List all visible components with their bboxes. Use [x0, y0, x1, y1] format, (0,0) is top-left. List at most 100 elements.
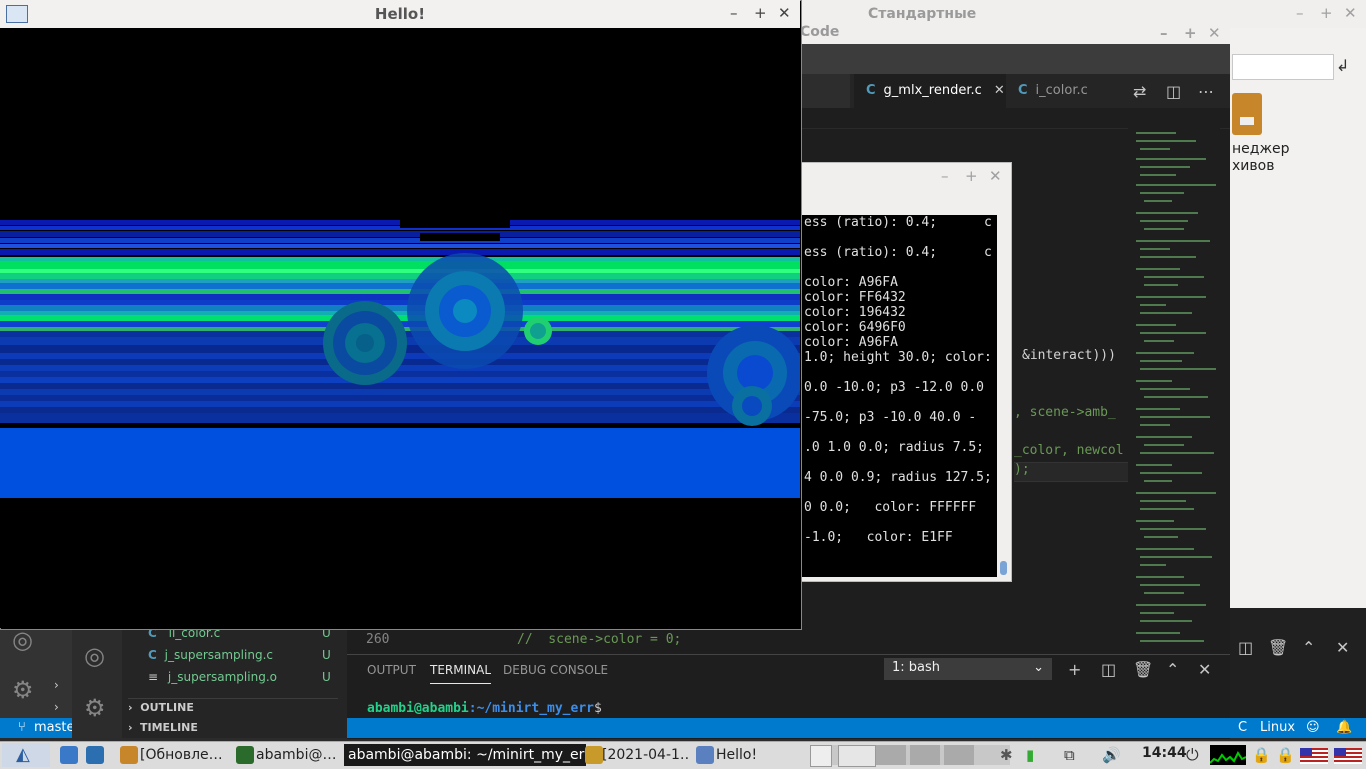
explorer-panel: C ii_color.c U C j_supersampling.c U ≡ j…	[122, 626, 347, 720]
taskbar-item[interactable]: abambi@…	[256, 744, 338, 766]
split-terminal-icon[interactable]: ◫	[1101, 660, 1116, 679]
chevron-right-icon: ›	[128, 701, 133, 714]
split-terminal-icon[interactable]: ◫	[1238, 638, 1253, 657]
bell-icon[interactable]: 🔔	[1336, 720, 1352, 735]
more-actions-icon[interactable]: ⋯	[1198, 82, 1214, 101]
start-menu-button[interactable]: ◭	[2, 743, 50, 767]
minimap[interactable]	[1128, 128, 1220, 648]
workspace-switcher[interactable]	[810, 745, 1010, 767]
bluetooth-icon[interactable]: ✱	[1000, 744, 1013, 766]
terminal-line: -1.0; color: E1FF	[804, 530, 953, 545]
account-icon[interactable]: ◎	[84, 642, 105, 670]
us-flag-icon[interactable]	[1334, 748, 1362, 764]
go-arrow-icon[interactable]: ↲	[1336, 56, 1360, 78]
battery-icon[interactable]: ▮	[1026, 744, 1034, 766]
workspace-4[interactable]	[910, 745, 940, 765]
tab-i-color[interactable]: Ci_color.c	[1004, 74, 1128, 108]
explorer-file[interactable]: C j_supersampling.c U	[148, 648, 331, 662]
lock-icon[interactable]: 🔒	[1276, 744, 1295, 766]
terminal-line: color: A96FA	[804, 275, 898, 290]
trash-icon[interactable]: 🗑	[1133, 660, 1153, 679]
workspace-5[interactable]	[944, 745, 974, 765]
close-icon[interactable]: ✕	[1208, 24, 1221, 42]
tab-hidden[interactable]	[800, 74, 850, 108]
code-fragment: , scene->amb_	[1014, 405, 1116, 420]
close-icon[interactable]: ✕	[778, 4, 791, 22]
workspace-2[interactable]	[838, 745, 876, 767]
terminal-line: color: 6496F0	[804, 320, 906, 335]
branch-icon[interactable]: ⑂	[18, 720, 26, 735]
network-icon[interactable]: ⧉	[1064, 744, 1075, 766]
terminal-icon[interactable]	[236, 746, 254, 764]
tab-debug-console[interactable]: DEBUG CONSOLE	[503, 663, 608, 677]
workspace-3[interactable]	[876, 745, 906, 765]
tab-g-mlx-render[interactable]: Cg_mlx_render.c ✕	[854, 74, 1006, 108]
terminal-output[interactable]: ess (ratio): 0.4; c ess (ratio): 0.4; c …	[800, 215, 997, 577]
outline-section[interactable]: › OUTLINE	[128, 698, 338, 714]
archive-manager-icon[interactable]	[1232, 93, 1262, 135]
chevron-up-icon[interactable]: ⌃	[1166, 660, 1179, 679]
file-name: j_supersampling.c	[164, 648, 273, 662]
window-icon[interactable]	[696, 746, 714, 764]
minimize-icon[interactable]: –	[941, 167, 949, 185]
minimize-icon[interactable]: –	[730, 4, 738, 22]
split-editor-icon[interactable]: ◫	[1166, 82, 1181, 101]
feedback-icon[interactable]: ☺	[1306, 720, 1320, 735]
vscode-menubar	[800, 44, 1230, 74]
compare-changes-icon[interactable]: ⇄	[1133, 82, 1146, 101]
terminal-line: color: 196432	[804, 305, 906, 320]
terminal-scrollbar[interactable]	[997, 215, 1010, 577]
maximize-icon[interactable]: +	[1320, 4, 1333, 22]
terminal-line: -75.0; p3 -10.0 40.0 -	[804, 410, 977, 425]
chevron-up-icon[interactable]: ⌃	[1302, 638, 1315, 657]
chevron-right-icon[interactable]: ›	[54, 700, 59, 714]
show-desktop-icon[interactable]	[60, 746, 78, 764]
chevron-right-icon[interactable]: ›	[54, 678, 59, 692]
archive-icon[interactable]	[120, 746, 138, 764]
language-mode[interactable]: C	[1238, 720, 1247, 735]
explorer-file[interactable]: ≡ j_supersampling.o U	[148, 670, 331, 684]
volume-icon[interactable]: 🔊	[1102, 744, 1121, 766]
maximize-icon[interactable]: +	[965, 167, 978, 185]
close-icon[interactable]: ✕	[989, 167, 1002, 185]
address-field[interactable]	[1232, 54, 1334, 80]
status-badge: U	[322, 670, 331, 684]
terminal-line: ess (ratio): 0.4; c	[804, 245, 992, 260]
clock[interactable]: 14:44	[1142, 745, 1187, 761]
power-icon[interactable]: ⏻	[1186, 744, 1199, 766]
close-panel-icon[interactable]: ✕	[1336, 638, 1349, 657]
minimize-icon[interactable]: –	[1296, 4, 1304, 22]
close-panel-icon[interactable]: ✕	[1198, 660, 1211, 679]
taskbar-item[interactable]: [Обновле…	[140, 744, 228, 766]
maximize-icon[interactable]: +	[1184, 24, 1197, 42]
lock-icon[interactable]: 🔒	[1252, 744, 1271, 766]
tab-terminal[interactable]: TERMINAL	[430, 663, 492, 684]
terminal-prompt[interactable]: abambi@abambi:~/minirt_my_err$	[367, 701, 602, 716]
taskbar-item[interactable]: [2021-04-1…	[602, 744, 690, 766]
start-icon: ◭	[16, 744, 30, 765]
workspace-1[interactable]	[810, 745, 832, 767]
image-icon[interactable]	[585, 746, 603, 764]
code-fragment: &interact)))	[1022, 348, 1116, 363]
timeline-section[interactable]: › TIMELINE	[122, 718, 347, 738]
shell-select[interactable]: 1: bash ⌄	[884, 658, 1052, 680]
hello-titlebar[interactable]: Hello! – + ✕	[0, 0, 800, 29]
account-icon[interactable]: ◎	[12, 626, 33, 654]
close-icon[interactable]: ✕	[1344, 4, 1357, 22]
us-flag-icon[interactable]	[1300, 748, 1328, 764]
app-launcher-icon[interactable]	[86, 746, 104, 764]
prompt-symbol: $	[593, 701, 602, 716]
minimize-icon[interactable]: –	[1160, 24, 1168, 42]
taskbar-item-active[interactable]: abambi@abambi: ~/minirt_my_err	[344, 744, 586, 766]
gear-icon[interactable]: ⚙	[12, 676, 34, 704]
scroll-thumb[interactable]	[1000, 561, 1007, 575]
tab-output[interactable]: OUTPUT	[367, 663, 416, 677]
trash-icon[interactable]: 🗑	[1268, 638, 1288, 657]
taskbar-item[interactable]: Hello!	[716, 744, 802, 766]
file-manager-window	[1230, 0, 1366, 608]
os-label[interactable]: Linux	[1260, 720, 1295, 735]
status-bar: ⑂ master › TIMELINE C Linux ☺ 🔔	[0, 718, 1352, 738]
outline-label: OUTLINE	[140, 701, 194, 714]
maximize-icon[interactable]: +	[754, 4, 767, 22]
new-terminal-icon[interactable]: +	[1068, 660, 1081, 679]
